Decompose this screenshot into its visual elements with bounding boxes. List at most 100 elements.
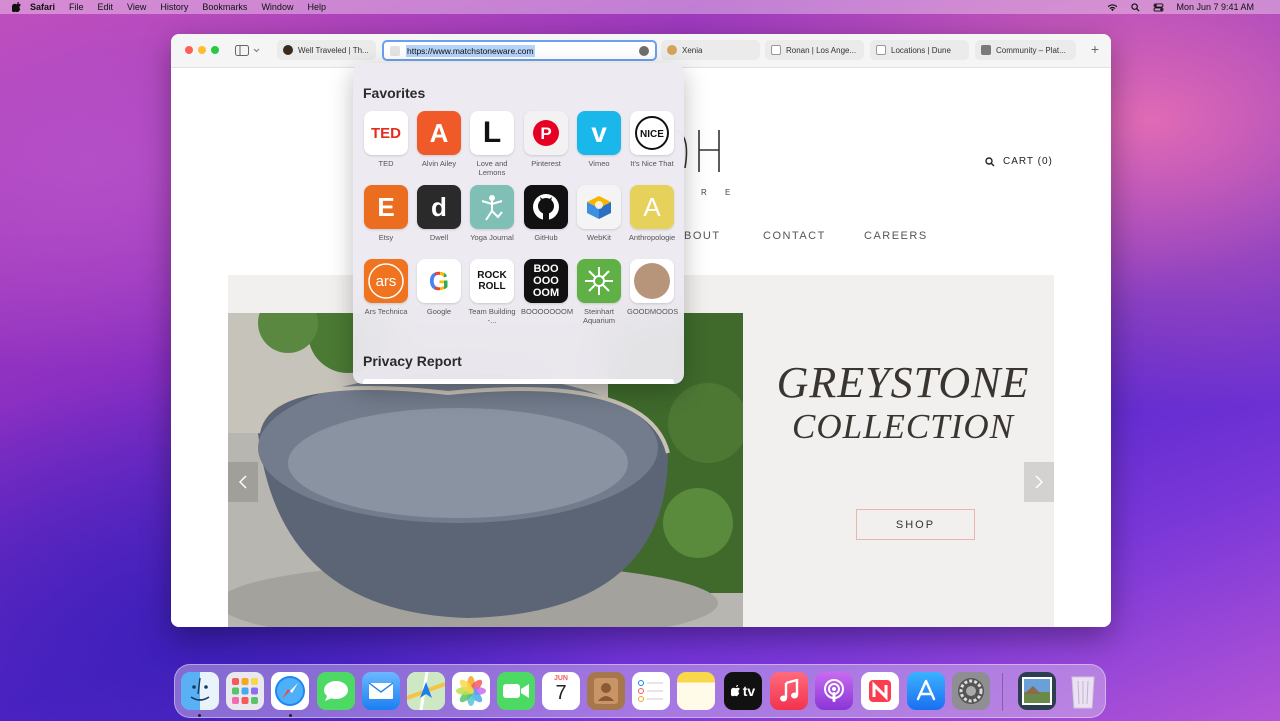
favorite-item[interactable]: E Etsy — [361, 185, 411, 242]
control-center-icon[interactable] — [1153, 2, 1164, 12]
tab-locations-dune[interactable]: Locations | Dune — [870, 40, 969, 60]
mail-icon[interactable] — [362, 672, 400, 710]
music-icon[interactable] — [770, 672, 808, 710]
favorite-label: TED — [378, 159, 394, 168]
tab-ronan[interactable]: Ronan | Los Ange... — [765, 40, 864, 60]
favorite-label: Anthropologie — [628, 233, 676, 242]
favorite-item[interactable]: Yoga Journal — [467, 185, 517, 242]
svg-text:P: P — [540, 124, 551, 143]
maps-icon[interactable] — [407, 672, 445, 710]
launchpad-icon[interactable] — [226, 672, 264, 710]
menu-view[interactable]: View — [127, 2, 146, 12]
podcasts-icon[interactable] — [815, 672, 853, 710]
tv-icon[interactable]: tv — [724, 672, 762, 710]
contacts-icon[interactable] — [587, 672, 625, 710]
cart-link[interactable]: CART (0) — [985, 156, 1053, 167]
favorite-item[interactable]: BOO OOO OOM BOOOOOOOM — [521, 259, 574, 316]
messages-icon[interactable] — [317, 672, 355, 710]
apple-menu-icon[interactable] — [12, 2, 22, 12]
menu-help[interactable]: Help — [307, 2, 326, 12]
finder-icon[interactable] — [181, 672, 219, 710]
menu-app-name[interactable]: Safari — [30, 2, 55, 12]
favorite-item[interactable]: v Vimeo — [574, 111, 624, 168]
favorite-label: Etsy — [378, 233, 394, 242]
dock: JUN 7 tv — [174, 664, 1106, 718]
notes-icon[interactable] — [677, 672, 715, 710]
privacy-report-card[interactable] — [363, 379, 674, 384]
chevron-down-icon — [253, 48, 260, 52]
favorite-item[interactable]: L Love and Lemons — [467, 111, 517, 177]
favorite-item[interactable]: Steinhart Aquarium — [574, 259, 624, 325]
wifi-icon[interactable] — [1107, 3, 1118, 12]
tab-xenia[interactable]: Xenia — [661, 40, 760, 60]
menubar-clock[interactable]: Mon Jun 7 9:41 AM — [1176, 2, 1254, 12]
dune-favicon — [876, 45, 886, 55]
svg-text:ars: ars — [376, 273, 397, 290]
carousel-next-button[interactable] — [1024, 462, 1054, 502]
calendar-icon[interactable]: JUN 7 — [542, 672, 580, 710]
menu-edit[interactable]: Edit — [98, 2, 114, 12]
calendar-month: JUN — [553, 675, 568, 682]
news-icon[interactable] — [861, 672, 899, 710]
tab-community[interactable]: Community – Plat... — [975, 40, 1076, 60]
favorite-label: Team Building -... — [468, 307, 516, 325]
favorite-item[interactable]: TED TED — [361, 111, 411, 168]
nav-about[interactable]: BOUT — [684, 230, 721, 242]
system-preferences-icon[interactable] — [952, 672, 990, 710]
facetime-icon[interactable] — [497, 672, 535, 710]
favorite-label: It's Nice That — [630, 159, 674, 168]
community-favicon — [981, 45, 991, 55]
menu-file[interactable]: File — [69, 2, 84, 12]
favorite-label: Vimeo — [588, 159, 610, 168]
cart-label[interactable]: CART (0) — [1003, 156, 1053, 167]
favorite-item[interactable]: WebKit — [574, 185, 624, 242]
favorite-item[interactable]: NICE It's Nice That — [627, 111, 677, 168]
minimize-window-button[interactable] — [198, 46, 206, 54]
carousel-prev-button[interactable] — [228, 462, 258, 502]
app-store-icon[interactable] — [907, 672, 945, 710]
nav-contact[interactable]: CONTACT — [763, 230, 826, 242]
favorite-label: Dwell — [429, 233, 449, 242]
sidebar-toggle-button[interactable] — [235, 43, 265, 57]
preview-thumbnail-icon[interactable] — [1018, 672, 1056, 710]
favorite-label: Steinhart Aquarium — [582, 307, 616, 325]
privacy-report-heading[interactable]: Privacy Report — [363, 353, 462, 369]
favorite-item[interactable]: GitHub — [521, 185, 571, 242]
chevron-left-icon — [239, 475, 247, 489]
favorite-item[interactable]: ars Ars Technica — [361, 259, 411, 316]
url-text[interactable]: https://www.matchstoneware.com — [406, 44, 535, 57]
photos-icon[interactable] — [452, 672, 490, 710]
search-icon[interactable] — [985, 156, 995, 167]
new-tab-button[interactable]: + — [1091, 42, 1099, 56]
favorite-item[interactable]: G Google — [414, 259, 464, 316]
favorite-label: Love and Lemons — [476, 159, 508, 177]
favorite-item[interactable]: d Dwell — [414, 185, 464, 242]
reminders-icon[interactable] — [632, 672, 670, 710]
nav-careers[interactable]: CAREERS — [864, 230, 928, 242]
favorite-item[interactable]: A Anthropologie — [627, 185, 677, 242]
xenia-favicon — [667, 45, 677, 55]
zoom-window-button[interactable] — [211, 46, 219, 54]
svg-text:NICE: NICE — [640, 129, 664, 140]
address-bar[interactable]: https://www.matchstoneware.com — [382, 40, 657, 61]
more-options-icon[interactable] — [639, 46, 649, 56]
favorite-item[interactable]: ROCK ROLL Team Building -... — [467, 259, 517, 325]
tab-well-traveled[interactable]: Well Traveled | Th... — [277, 40, 376, 60]
favorite-label: WebKit — [586, 233, 612, 242]
safari-running-dot — [289, 714, 292, 717]
trash-icon[interactable] — [1064, 672, 1102, 710]
menu-window[interactable]: Window — [261, 2, 293, 12]
favorite-label: BOOOOOOOM — [521, 307, 574, 316]
menu-bookmarks[interactable]: Bookmarks — [202, 2, 247, 12]
close-window-button[interactable] — [185, 46, 193, 54]
spotlight-search-icon[interactable] — [1130, 2, 1141, 12]
tab-label: Xenia — [682, 45, 703, 55]
favorite-item[interactable]: A Alvin Ailey — [414, 111, 464, 168]
favorite-item[interactable]: P Pinterest — [521, 111, 571, 168]
favorite-label: Ars Technica — [364, 307, 408, 316]
menu-bar: Safari File Edit View History Bookmarks … — [0, 0, 1280, 14]
safari-dock-icon[interactable] — [271, 672, 309, 710]
menu-history[interactable]: History — [160, 2, 188, 12]
shop-button[interactable]: SHOP — [856, 509, 975, 540]
favorite-item[interactable]: GOODMOODS — [627, 259, 678, 316]
